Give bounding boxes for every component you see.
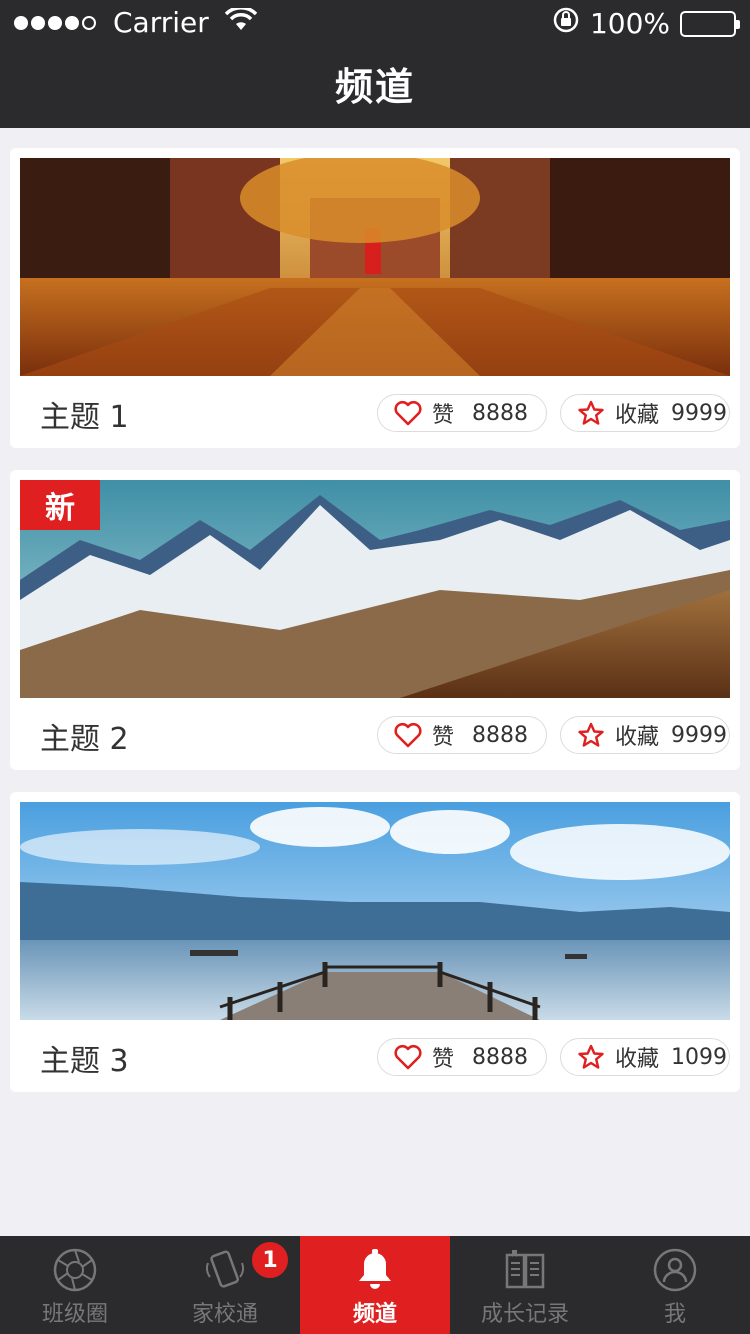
tab-label: 我 [663,1302,686,1327]
notification-badge: 1 [250,1240,290,1280]
tab-class-circle[interactable]: 班级圈 [0,1236,150,1334]
battery-percent: 100% [589,7,670,40]
tab-channel[interactable]: 频道 [300,1236,450,1334]
like-count: 8888 [472,722,529,748]
autumn-street-photo[interactable] [20,158,730,376]
phone-ring-icon [202,1246,248,1294]
favorite-label: 收藏 [615,403,660,428]
tab-bar: 班级圈 家校通 1 频道 成长记录 我 [0,1236,750,1334]
like-count: 8888 [472,1044,529,1070]
favorite-button[interactable]: 收藏 9999 [560,394,730,432]
like-button[interactable]: 赞 8888 [377,716,547,754]
user-icon [652,1246,698,1294]
card-topic: 主题 1 [40,400,129,435]
tab-label: 家校通 [191,1302,258,1327]
heart-icon [394,722,422,748]
star-icon [577,722,605,748]
battery-icon [680,10,740,37]
heart-icon [394,1044,422,1070]
card-topic: 主题 3 [40,1044,129,1079]
top-bar: Carrier 100% 频道 [0,0,750,128]
like-button[interactable]: 赞 8888 [377,1038,547,1076]
carrier-name: Carrier [113,6,209,39]
tab-me[interactable]: 我 [600,1236,750,1334]
star-icon [577,1044,605,1070]
favorite-label: 收藏 [615,1047,660,1072]
new-badge: 新 [20,480,100,530]
favorite-count: 9999 [671,400,728,426]
like-label: 赞 [432,1047,455,1072]
lake-pier-photo[interactable] [20,802,730,1020]
tab-home-school[interactable]: 家校通 1 [150,1236,300,1334]
favorite-count: 1099 [671,1044,728,1070]
page-title: 频道 [334,65,415,109]
like-button[interactable]: 赞 8888 [377,394,547,432]
channel-card[interactable]: 主题 1 赞 8888 收藏 9999 [10,148,740,448]
favorite-button[interactable]: 收藏 1099 [560,1038,730,1076]
channel-card[interactable]: 主题 3 赞 8888 收藏 1099 [10,792,740,1092]
tab-label: 频道 [352,1302,397,1327]
heart-icon [394,400,422,426]
tab-growth-record[interactable]: 成长记录 [450,1236,600,1334]
like-count: 8888 [472,400,529,426]
signal-strength-icon [14,15,99,30]
book-icon [502,1246,548,1294]
star-icon [577,400,605,426]
like-label: 赞 [432,403,455,428]
rotation-lock-icon [552,6,580,41]
card-topic: 主题 2 [40,722,129,757]
status-bar: Carrier 100% [0,0,750,46]
bell-icon [352,1246,398,1294]
snowy-mountains-photo[interactable]: 新 [20,480,730,698]
wifi-icon [224,6,258,39]
tab-label: 成长记录 [480,1302,569,1327]
favorite-count: 9999 [671,722,728,748]
like-label: 赞 [432,725,455,750]
aperture-icon [52,1246,98,1294]
tab-label: 班级圈 [41,1302,108,1327]
channel-card[interactable]: 新 主题 2 赞 8888 收藏 9999 [10,470,740,770]
favorite-button[interactable]: 收藏 9999 [560,716,730,754]
favorite-label: 收藏 [615,725,660,750]
